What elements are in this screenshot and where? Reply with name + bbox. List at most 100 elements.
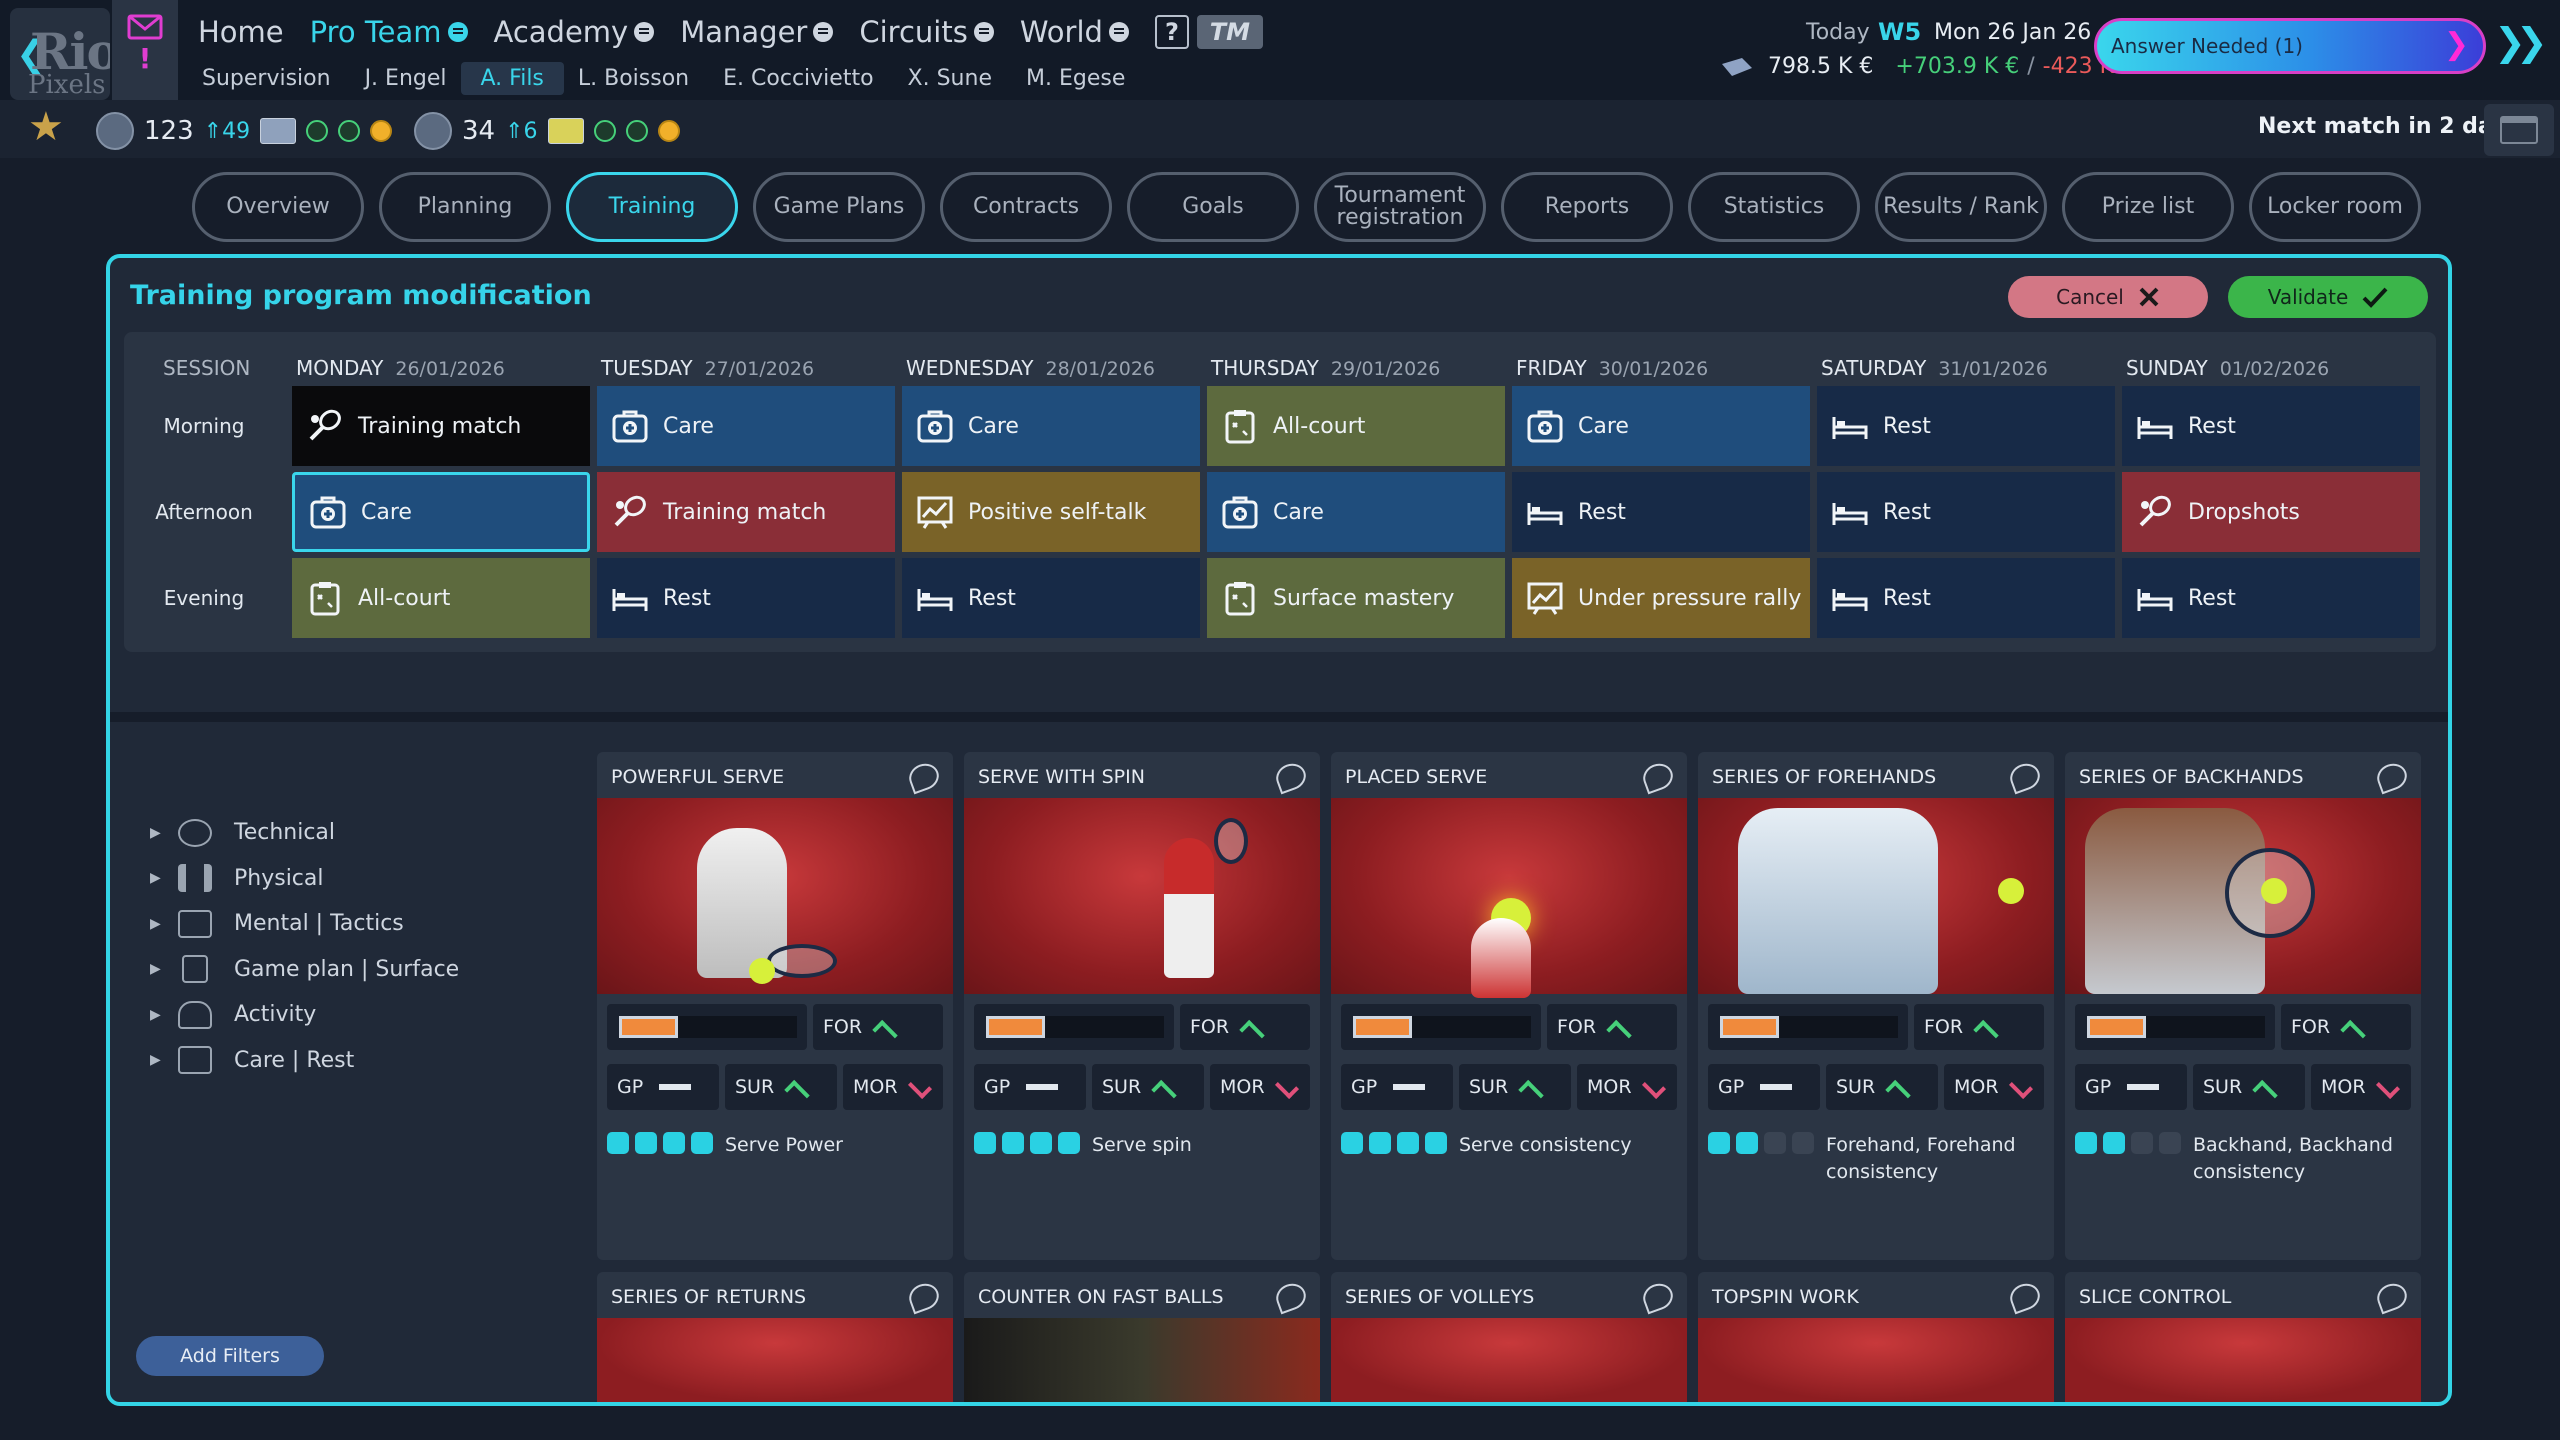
answer-needed-button[interactable]: Answer Needed (1) ❯ (2094, 18, 2486, 74)
session-cell[interactable]: Positive self-talk (902, 472, 1200, 552)
arrow-up-icon (1973, 1019, 1999, 1046)
session-cell[interactable]: Dropshots (2122, 472, 2420, 552)
double-chevron-icon[interactable]: ❯❯ (2494, 20, 2548, 64)
cancel-button[interactable]: Cancel (2008, 276, 2208, 318)
session-cell[interactable]: Rest (1512, 472, 1810, 552)
session-cell[interactable]: Care (1512, 386, 1810, 466)
filter-activity[interactable]: ▶ Activity (150, 992, 459, 1038)
day-header-thursday: THURSDAY 29/01/2026 (1211, 356, 1440, 380)
training-card[interactable]: COUNTER ON FAST BALLS (964, 1272, 1320, 1402)
session-cell[interactable]: All-court (292, 558, 590, 638)
session-cell[interactable]: Care (597, 386, 895, 466)
rank-up-icon: ⇑ (505, 118, 524, 144)
player-figure (1738, 808, 1938, 994)
tm-logo-button[interactable]: TM (1196, 15, 1263, 49)
tab-training[interactable]: Training (566, 172, 738, 242)
training-card[interactable]: SERVE WITH SPIN FOR GP SUR MOR Serve spin (964, 752, 1320, 1260)
session-cell[interactable]: Rest (1817, 386, 2115, 466)
player-rank: 34 (462, 116, 496, 146)
stat-mor: MOR (1944, 1064, 2044, 1110)
subnav-player-sune[interactable]: X. Sune (908, 62, 992, 95)
session-cell[interactable]: Rest (2122, 386, 2420, 466)
training-card[interactable]: POWERFUL SERVE FOR GP SUR MOR Serve Power (597, 752, 953, 1260)
session-cell[interactable]: Rest (902, 558, 1200, 638)
training-card[interactable]: SERIES OF RETURNS (597, 1272, 953, 1402)
nav-academy[interactable]: Academy (494, 15, 655, 49)
menu-icon (813, 22, 834, 42)
intensity-bar (1708, 1004, 1908, 1050)
session-cell[interactable]: Training match (292, 386, 590, 466)
nav-manager[interactable]: Manager (680, 15, 834, 49)
filter-care-rest[interactable]: ▶ Care | Rest (150, 1038, 459, 1084)
tab-results-rank[interactable]: Results / Rank (1875, 172, 2047, 242)
stat-for: FOR (2281, 1004, 2411, 1050)
training-card[interactable]: TOPSPIN WORK (1698, 1272, 2054, 1402)
session-cell[interactable]: Care (1207, 472, 1505, 552)
favorite-star-icon[interactable]: ★ (28, 104, 64, 150)
session-cell[interactable]: Care (902, 386, 1200, 466)
add-filters-button[interactable]: Add Filters (136, 1336, 324, 1376)
tab-locker-room[interactable]: Locker room (2249, 172, 2421, 242)
mail-button[interactable]: ! (112, 0, 178, 100)
session-cell[interactable]: Rest (1817, 558, 2115, 638)
session-cell-label: Rest (2188, 585, 2236, 611)
player-summary-1[interactable]: 123 ⇑ 49 (96, 112, 393, 150)
tab-contracts[interactable]: Contracts (940, 172, 1112, 242)
player-summary-2[interactable]: 34 ⇑ 6 (414, 112, 680, 150)
filter-physical[interactable]: ▶ Physical (150, 856, 459, 902)
session-cell[interactable]: Surface mastery (1207, 558, 1505, 638)
tab-tournament-registration[interactable]: Tournament registration (1314, 172, 1486, 242)
training-card[interactable]: SERIES OF BACKHANDS FOR GP SUR MOR Backhand, … (2065, 752, 2421, 1260)
card-title: SERVE WITH SPIN (978, 766, 1145, 788)
back-logo-button[interactable]: ❮ Riot Pixels (10, 8, 110, 100)
tab-prize-list[interactable]: Prize list (2062, 172, 2234, 242)
session-cell[interactable]: All-court (1207, 386, 1505, 466)
session-cell-label: Rest (1883, 413, 1931, 439)
session-cell-label: Care (1273, 499, 1324, 525)
sub-nav: Supervision J. Engel A. Fils L. Boisson … (202, 62, 1159, 95)
intensity-bar (974, 1004, 1174, 1050)
tab-overview[interactable]: Overview (192, 172, 364, 242)
nav-circuits[interactable]: Circuits (859, 15, 994, 49)
racket-image (1214, 818, 1248, 864)
subnav-player-engel[interactable]: J. Engel (365, 62, 447, 95)
intensity-fill (1720, 1016, 1779, 1038)
help-button[interactable]: ? (1154, 15, 1189, 49)
card-image (1698, 1318, 2054, 1402)
tab-planning[interactable]: Planning (379, 172, 551, 242)
day-name: WEDNESDAY (906, 356, 1034, 380)
subnav-player-egese[interactable]: M. Egese (1026, 62, 1125, 95)
nav-pro-team[interactable]: Pro Team (310, 15, 468, 49)
session-cell[interactable]: Care (292, 472, 590, 552)
session-cell[interactable]: Rest (1817, 472, 2115, 552)
subnav-player-fils[interactable]: A. Fils (460, 62, 564, 95)
tab-game-plans[interactable]: Game Plans (753, 172, 925, 242)
stat-label: FOR (2291, 1016, 2331, 1038)
card-image (1331, 798, 1687, 998)
day-date: 27/01/2026 (704, 358, 815, 380)
tab-reports[interactable]: Reports (1501, 172, 1673, 242)
subnav-supervision[interactable]: Supervision (202, 62, 331, 95)
training-card[interactable]: SLICE CONTROL (2065, 1272, 2421, 1402)
filter-game-plan-surface[interactable]: ▶ Game plan | Surface (150, 947, 459, 993)
nav-world[interactable]: World (1020, 15, 1129, 49)
subnav-player-cocciviet­to[interactable]: E. Cocciviet­to (723, 62, 873, 95)
filter-mental-tactics[interactable]: ▶ Mental | Tactics (150, 901, 459, 947)
validate-button[interactable]: Validate (2228, 276, 2428, 318)
training-card[interactable]: SERIES OF FOREHANDS FOR GP SUR MOR Forehand, … (1698, 752, 2054, 1260)
filter-technical[interactable]: ▶ Technical (150, 810, 459, 856)
level-dot (691, 1132, 713, 1154)
session-cell[interactable]: Training match (597, 472, 895, 552)
subnav-player-boisson[interactable]: L. Boisson (578, 62, 689, 95)
training-card[interactable]: PLACED SERVE FOR GP SUR MOR Serve consistency (1331, 752, 1687, 1260)
session-cell[interactable]: Rest (2122, 558, 2420, 638)
tab-statistics[interactable]: Statistics (1688, 172, 1860, 242)
calendar-button[interactable] (2484, 104, 2554, 156)
nav-home[interactable]: Home (198, 15, 284, 49)
level-dots (974, 1132, 1080, 1154)
tab-goals[interactable]: Goals (1127, 172, 1299, 242)
training-card[interactable]: SERIES OF VOLLEYS (1331, 1272, 1687, 1402)
session-cell[interactable]: Under pressure rally (1512, 558, 1810, 638)
session-cell[interactable]: Rest (597, 558, 895, 638)
next-match-label: Next match in 2 days (2258, 114, 2520, 139)
